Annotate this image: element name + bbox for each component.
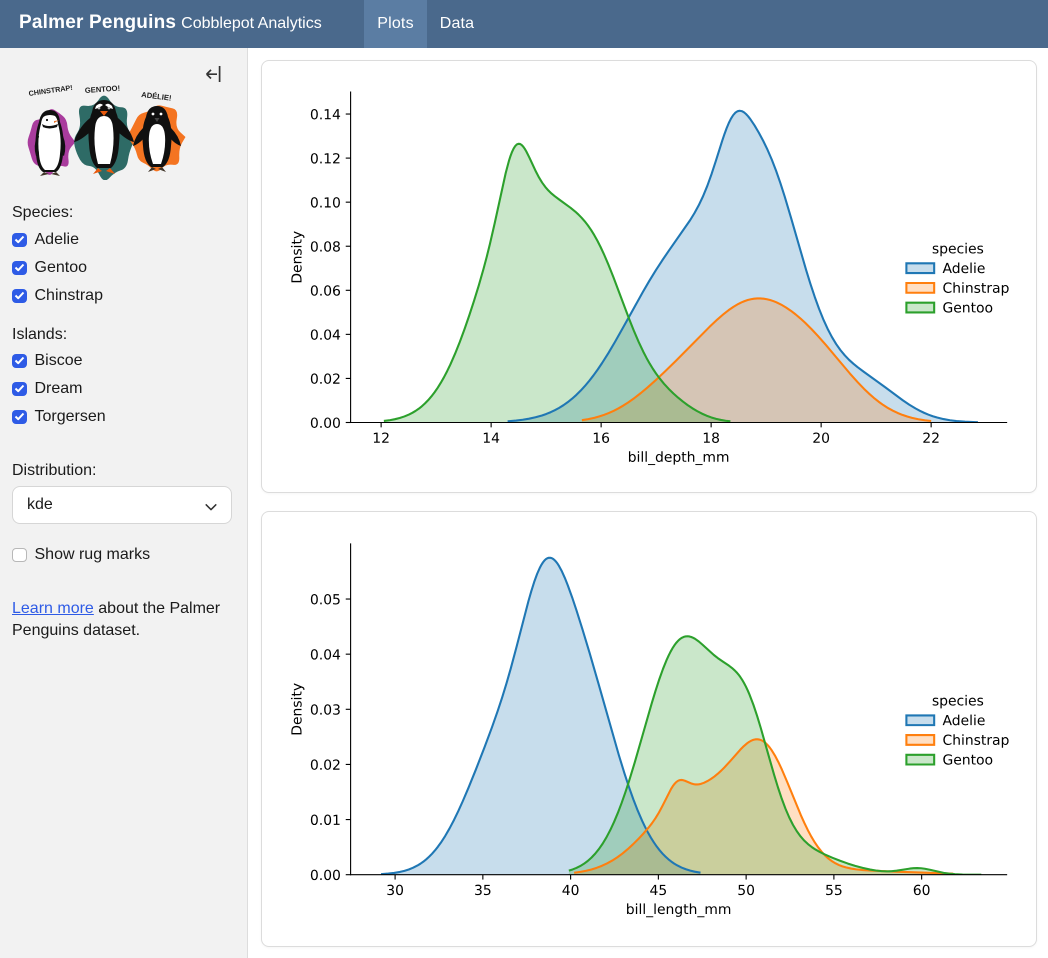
svg-text:GENTOO!: GENTOO! [85,84,121,95]
svg-text:ADÉLIE!: ADÉLIE! [141,90,172,103]
svg-text:CHINSTRAP!: CHINSTRAP! [28,84,73,98]
